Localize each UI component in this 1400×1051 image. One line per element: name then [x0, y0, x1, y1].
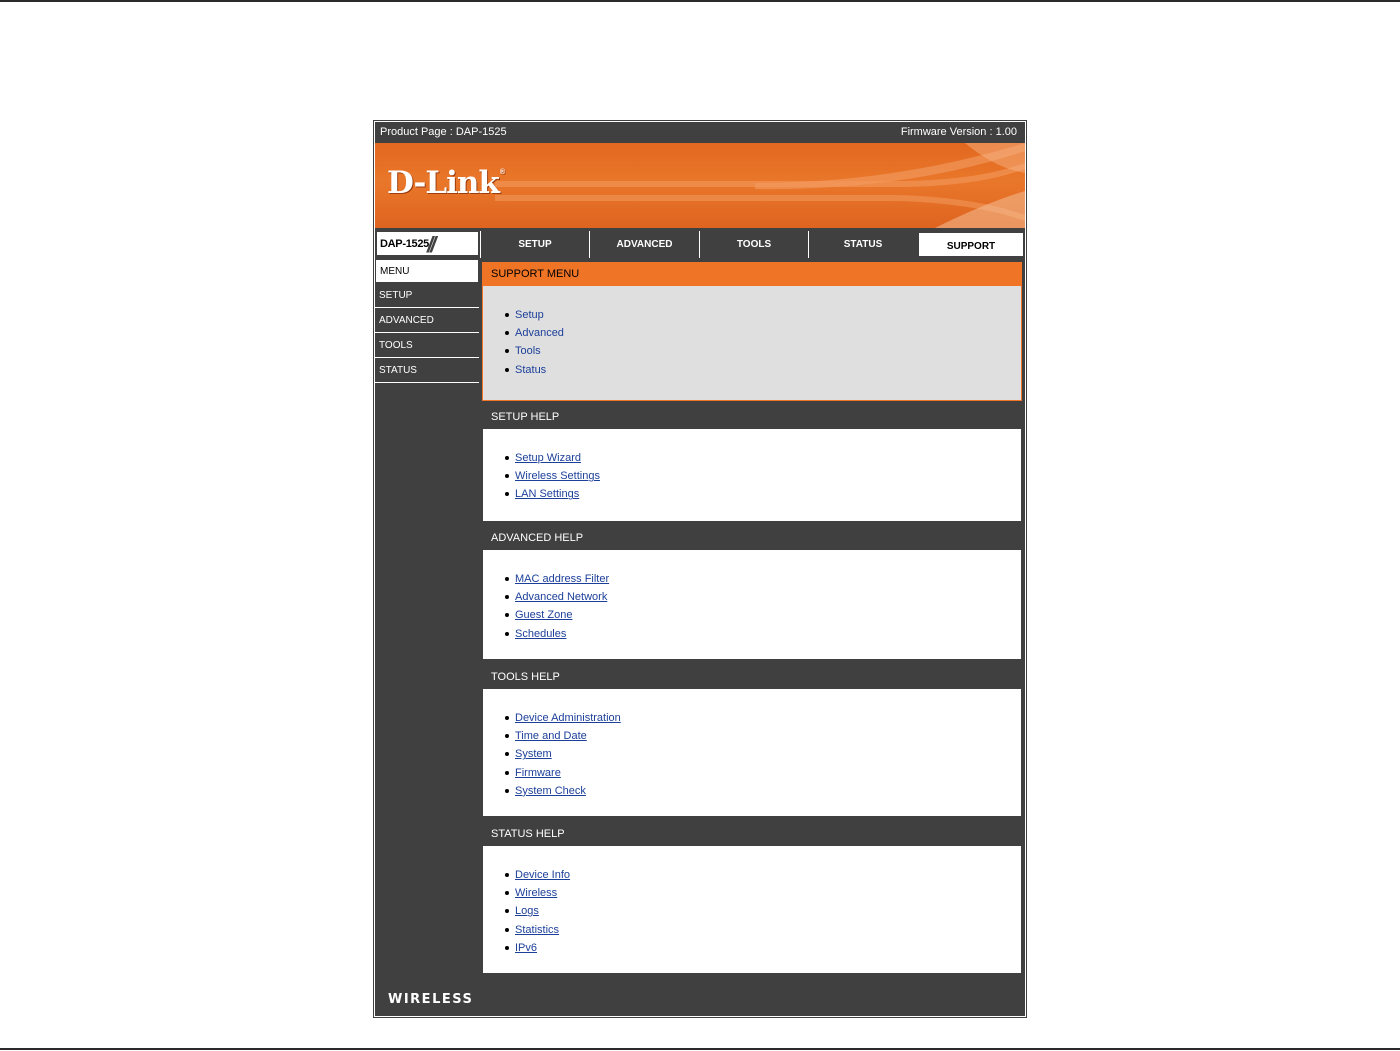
advanced-help-list: MAC address Filter Advanced Network Gues…: [483, 550, 1021, 643]
list-item: Advanced: [505, 324, 1021, 342]
sidebar-item-menu[interactable]: MENU: [375, 259, 479, 283]
slashes-decoration-icon: //: [427, 232, 436, 257]
sidebar: MENU SETUP ADVANCED TOOLS STATUS: [375, 259, 480, 384]
sidebar-item-status[interactable]: STATUS: [375, 359, 479, 383]
list-item: Advanced Network: [505, 588, 1021, 606]
setup-help-title: SETUP HELP: [483, 406, 1021, 429]
tab-status[interactable]: STATUS: [808, 231, 917, 258]
list-item: Device Administration: [505, 709, 1021, 727]
status-help-list: Device Info Wireless Logs Statistics IPv…: [483, 846, 1021, 957]
advanced-help-title: ADVANCED HELP: [483, 527, 1021, 550]
link-statistics[interactable]: Statistics: [515, 924, 559, 936]
link-guest-zone[interactable]: Guest Zone: [515, 609, 572, 621]
link-device-administration[interactable]: Device Administration: [515, 712, 621, 724]
link-ipv6[interactable]: IPv6: [515, 942, 537, 954]
list-item: Schedules: [505, 625, 1021, 643]
setup-help-list: Setup Wizard Wireless Settings LAN Setti…: [483, 429, 1021, 504]
list-item: System: [505, 745, 1021, 763]
list-item: System Check: [505, 782, 1021, 800]
support-menu-list: Setup Advanced Tools Status: [483, 286, 1021, 379]
list-item: Logs: [505, 902, 1021, 920]
document-page: Product Page : DAP-1525 Firmware Version…: [0, 0, 1400, 1051]
link-setup-wizard[interactable]: Setup Wizard: [515, 452, 581, 464]
list-item: Guest Zone: [505, 606, 1021, 624]
link-firmware[interactable]: Firmware: [515, 767, 561, 779]
link-wireless-settings[interactable]: Wireless Settings: [515, 470, 600, 482]
main-nav: DAP-1525 // SETUP ADVANCED TOOLS STATUS …: [375, 229, 1025, 258]
status-help-title: STATUS HELP: [483, 823, 1021, 846]
link-status[interactable]: Status: [515, 364, 546, 376]
sidebar-item-advanced[interactable]: ADVANCED: [375, 309, 479, 333]
link-schedules[interactable]: Schedules: [515, 628, 566, 640]
list-item: Tools: [505, 342, 1021, 360]
list-item: LAN Settings: [505, 485, 1021, 503]
registered-mark: ®: [499, 169, 505, 176]
top-rule: [0, 0, 1400, 2]
list-item: IPv6: [505, 939, 1021, 957]
setup-help-panel: SETUP HELP Setup Wizard Wireless Setting…: [482, 405, 1022, 522]
brand-banner: D-Link®: [375, 143, 1025, 228]
logo-text: D-Link: [387, 165, 500, 201]
list-item: Time and Date: [505, 727, 1021, 745]
list-item: Device Info: [505, 866, 1021, 884]
link-setup[interactable]: Setup: [515, 309, 544, 321]
link-tools[interactable]: Tools: [515, 345, 541, 357]
link-device-info[interactable]: Device Info: [515, 869, 570, 881]
product-page-label: Product Page : DAP-1525: [380, 126, 507, 138]
link-mac-address-filter[interactable]: MAC address Filter: [515, 573, 609, 585]
tab-setup[interactable]: SETUP: [480, 231, 589, 258]
support-menu-title: SUPPORT MENU: [483, 263, 1021, 286]
firmware-version-label: Firmware Version : 1.00: [900, 126, 1017, 138]
top-info-bar: Product Page : DAP-1525 Firmware Version…: [375, 122, 1025, 142]
tools-help-list: Device Administration Time and Date Syst…: [483, 689, 1021, 800]
list-item: MAC address Filter: [505, 570, 1021, 588]
list-item: Status: [505, 361, 1021, 379]
support-menu-panel: SUPPORT MENU Setup Advanced Tools Status: [482, 262, 1022, 401]
list-item: Firmware: [505, 764, 1021, 782]
link-system-check[interactable]: System Check: [515, 785, 586, 797]
advanced-help-panel: ADVANCED HELP MAC address Filter Advance…: [482, 526, 1022, 660]
link-time-and-date[interactable]: Time and Date: [515, 730, 587, 742]
tab-advanced[interactable]: ADVANCED: [589, 231, 699, 258]
tab-support[interactable]: SUPPORT: [917, 231, 1025, 258]
sidebar-item-tools[interactable]: TOOLS: [375, 334, 479, 358]
link-logs[interactable]: Logs: [515, 905, 539, 917]
link-advanced[interactable]: Advanced: [515, 327, 564, 339]
footer-bar: WIRELESS: [375, 979, 1025, 1016]
wireless-footer-label: WIRELESS: [388, 992, 474, 1007]
dlink-logo: D-Link®: [387, 165, 505, 201]
list-item: Setup Wizard: [505, 449, 1021, 467]
link-advanced-network[interactable]: Advanced Network: [515, 591, 607, 603]
status-help-panel: STATUS HELP Device Info Wireless Logs St…: [482, 822, 1022, 974]
list-item: Statistics: [505, 921, 1021, 939]
router-ui-screenshot: Product Page : DAP-1525 Firmware Version…: [373, 120, 1027, 1018]
list-item: Wireless Settings: [505, 467, 1021, 485]
link-system[interactable]: System: [515, 748, 552, 760]
list-item: Setup: [505, 306, 1021, 324]
link-lan-settings[interactable]: LAN Settings: [515, 488, 579, 500]
list-item: Wireless: [505, 884, 1021, 902]
bottom-rule: [0, 1048, 1400, 1050]
model-badge: DAP-1525 //: [376, 231, 479, 257]
sidebar-item-setup[interactable]: SETUP: [375, 284, 479, 308]
model-name: DAP-1525: [380, 238, 429, 250]
tools-help-title: TOOLS HELP: [483, 666, 1021, 689]
tab-tools[interactable]: TOOLS: [699, 231, 808, 258]
link-wireless[interactable]: Wireless: [515, 887, 557, 899]
tools-help-panel: TOOLS HELP Device Administration Time an…: [482, 665, 1022, 817]
